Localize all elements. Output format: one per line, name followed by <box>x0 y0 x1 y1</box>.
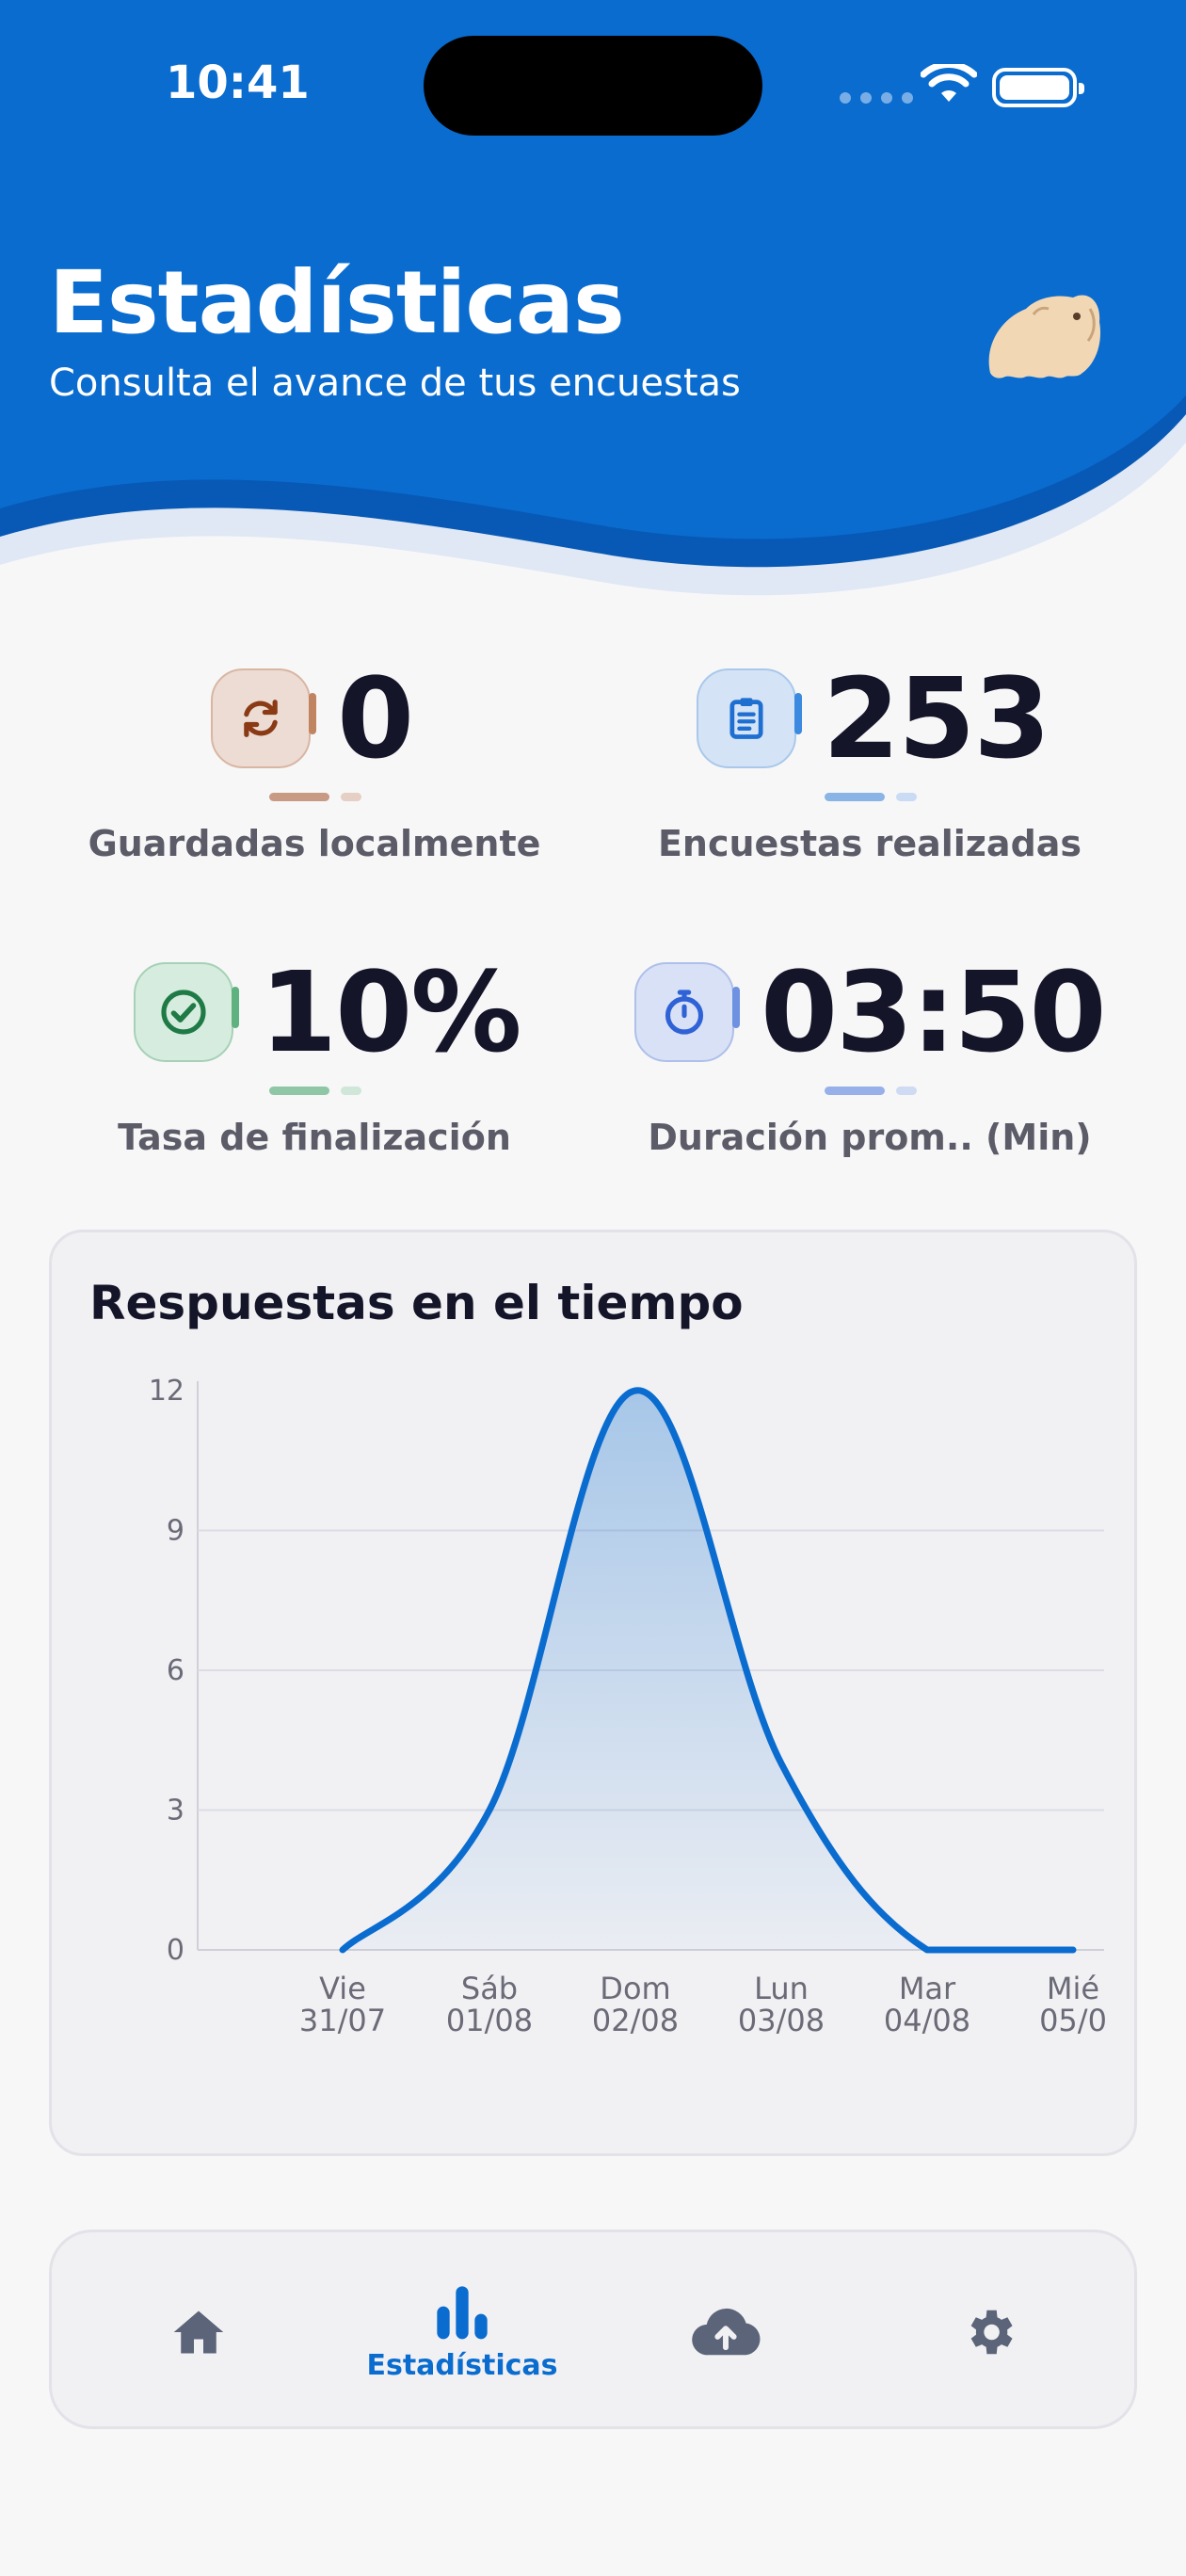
x-tick-label: Mié <box>1047 1971 1099 2006</box>
wifi-icon <box>921 64 977 102</box>
check-circle-icon <box>134 962 239 1062</box>
signal-icon <box>840 92 913 104</box>
stat-avg-duration: 03:50 <box>634 947 1107 1077</box>
stat-label: Tasa de finalización <box>118 1117 511 1158</box>
x-tick-label: Vie <box>319 1971 366 2006</box>
stopwatch-icon <box>634 962 740 1062</box>
x-tick-label: Dom <box>600 1971 670 2006</box>
x-tick-label: 05/0 <box>1039 2003 1107 2038</box>
stat-value: 03:50 <box>761 947 1107 1077</box>
x-tick-label: 02/08 <box>592 2003 679 2038</box>
stat-value: 0 <box>337 653 414 783</box>
stat-indicator <box>825 1087 917 1095</box>
battery-icon <box>992 68 1084 107</box>
stat-surveys-done: 253 <box>697 653 1050 783</box>
nav-statistics-label: Estadísticas <box>366 2348 558 2382</box>
chart-card: Respuestas en el tiempo 0 3 6 9 12 Vie 31/07 Sá… <box>49 1230 1137 2156</box>
nav-upload[interactable] <box>613 2232 839 2432</box>
stat-label: Encuestas realizadas <box>657 823 1082 864</box>
stat-value: 253 <box>823 653 1050 783</box>
x-tick-label: Lun <box>754 1971 809 2006</box>
cloud-upload-icon <box>692 2308 761 2356</box>
bottom-navigation: Estadísticas <box>49 2230 1137 2429</box>
stat-indicator <box>825 793 917 801</box>
x-tick-label: Sáb <box>461 1971 518 2006</box>
stat-completion-rate: 10% <box>134 947 521 1077</box>
stat-label: Duración prom.. (Min) <box>648 1117 1092 1158</box>
stat-indicator <box>269 1087 361 1095</box>
dynamic-island <box>424 36 762 136</box>
y-tick-label: 0 <box>167 1934 184 1967</box>
gear-icon <box>970 2310 1013 2355</box>
stat-indicator <box>269 793 361 801</box>
x-tick-label: 04/08 <box>884 2003 970 2038</box>
stat-value: 10% <box>260 947 521 1077</box>
nav-home[interactable] <box>86 2232 312 2432</box>
responses-over-time-chart: 0 3 6 9 12 Vie31/07 Sáb01/08 Dom02/08 Lun03/08 Ma… <box>149 1375 1107 2038</box>
y-tick-label: 3 <box>167 1795 184 1827</box>
y-tick-label: 9 <box>167 1515 184 1548</box>
bar-chart-icon <box>437 2285 488 2339</box>
y-tick-label: 12 <box>149 1375 184 1408</box>
page-subtitle: Consulta el avance de tus encuestas <box>49 362 741 405</box>
y-tick-label: 6 <box>167 1654 184 1687</box>
stat-saved-locally: 0 <box>211 653 414 783</box>
x-tick-label: 31/07 <box>299 2003 386 2038</box>
home-icon <box>173 2310 224 2354</box>
x-tick-label: 03/08 <box>738 2003 825 2038</box>
sync-icon <box>211 668 316 768</box>
status-bar-time: 10:41 <box>166 56 310 109</box>
nav-settings[interactable] <box>876 2232 1102 2432</box>
x-tick-label: 01/08 <box>446 2003 533 2038</box>
nav-statistics[interactable]: Estadísticas <box>349 2232 575 2432</box>
page-title: Estadísticas <box>49 252 625 353</box>
x-tick-label: Mar <box>899 1971 956 2006</box>
capybara-mascot-icon <box>988 295 1101 378</box>
stat-label: Guardadas localmente <box>88 823 541 864</box>
clipboard-icon <box>697 668 802 768</box>
